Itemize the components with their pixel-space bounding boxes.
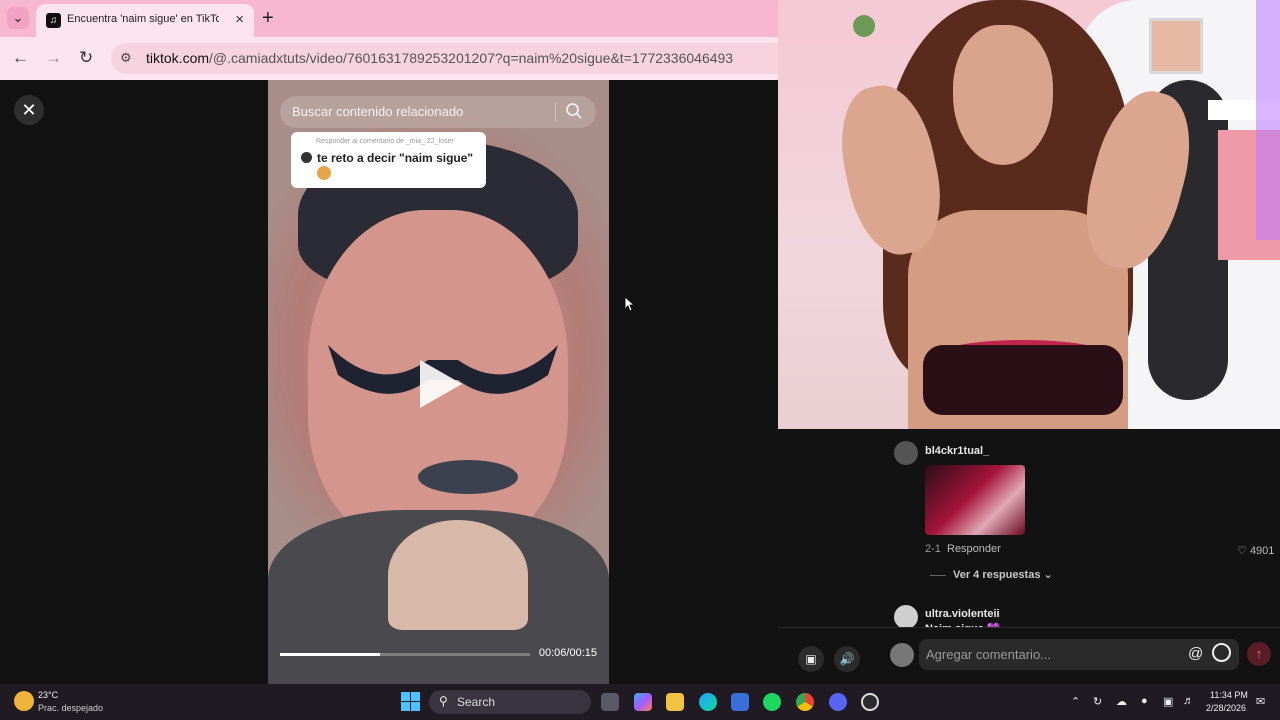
task-view-icon[interactable] [601, 693, 619, 711]
avatar[interactable] [894, 441, 918, 465]
edge-icon[interactable] [699, 693, 717, 711]
play-icon[interactable] [420, 360, 462, 408]
weather-temperature[interactable]: 23°C [38, 690, 58, 700]
windows-start-icon[interactable] [401, 692, 420, 711]
comment-username[interactable]: ultra.violenteii [925, 608, 1000, 620]
close-icon[interactable]: ✕ [14, 95, 44, 125]
forward-arrow-icon[interactable]: → [45, 48, 62, 68]
browser-toolbar: ← → ↻ ⚙ tiktok.com/@.camiadxtuts/video/7… [0, 37, 791, 80]
url-text[interactable]: tiktok.com/@.camiadxtuts/video/760163178… [146, 50, 733, 66]
webcam-neon-light [1256, 0, 1280, 240]
clock-date[interactable]: 2/28/2026 [1206, 703, 1246, 713]
picture-in-picture-icon[interactable]: ▣ [798, 646, 824, 672]
site-info-icon[interactable]: ⚙ [120, 50, 132, 66]
chrome-icon[interactable] [796, 693, 814, 711]
avatar[interactable] [894, 605, 918, 629]
comment-date: 2-1 [925, 543, 941, 555]
obs-icon[interactable] [861, 693, 879, 711]
video-progress-fill [280, 653, 380, 656]
comment-composer: ▣ 🔊 @ ↑ [778, 627, 1280, 684]
file-explorer-icon[interactable] [666, 693, 684, 711]
webcam-person-top [923, 345, 1123, 415]
search-icon[interactable] [564, 101, 584, 121]
video-frame[interactable]: Buscar contenido relacionado Responder a… [268, 80, 609, 684]
view-replies-button[interactable]: Ver 4 respuestas ⌄ [953, 568, 1053, 581]
webcam-person-face [953, 25, 1053, 165]
taskbar-search[interactable]: ⚲ Search [429, 690, 591, 714]
reply-sticker: Responder al comentario de _mia_.22_lose… [291, 132, 486, 188]
clock-time[interactable]: 11:34 PM [1210, 690, 1248, 700]
mention-icon[interactable]: @ [1188, 645, 1203, 662]
reload-icon[interactable]: ↻ [79, 48, 93, 68]
search-icon: ⚲ [439, 694, 448, 708]
tab-tiktok[interactable]: ♫ Encuentra 'naim sigue' en TikTok | Bus… [36, 4, 254, 37]
comment-username[interactable]: bl4ckr1tual_ [925, 445, 989, 457]
store-icon[interactable] [731, 693, 749, 711]
video-viewer: ✕ Buscar contenido relacionado Responder… [0, 80, 778, 684]
webcam-plant [853, 15, 875, 37]
volume-icon[interactable]: 🔊 [834, 646, 860, 672]
video-subject-lips [418, 460, 518, 494]
webcam-picture-frame [1149, 18, 1203, 74]
like-button[interactable]: ♡ 4901 [1237, 544, 1274, 557]
back-arrow-icon[interactable]: ← [12, 48, 29, 68]
speaker-icon[interactable]: ♬ [1183, 695, 1194, 707]
search-divider [555, 103, 556, 121]
weather-icon[interactable] [14, 691, 34, 711]
comments-panel: bl4ckr1tual_ 2-1 Responder ♡ 4901 Ver 4 … [778, 429, 1280, 684]
reply-sticker-meta: Responder al comentario de _mia_.22_lose… [316, 138, 454, 145]
reply-sticker-avatar [301, 152, 312, 163]
tab-title: Encuentra 'naim sigue' en TikTok | Busca… [67, 13, 219, 25]
view-replies-label: Ver 4 respuestas [953, 569, 1041, 581]
tab-search-button[interactable]: ⌄ [7, 7, 29, 29]
windows-taskbar: 23°C Prac. despejado ⚲ Search ⌃ ↻ ☁ ● ▣ … [0, 684, 1280, 720]
url-path: /@.camiadxtuts/video/7601631789253201207… [209, 50, 734, 66]
related-search-input[interactable]: Buscar contenido relacionado [280, 96, 596, 128]
browser-tab-strip: ⌄ ♫ Encuentra 'naim sigue' en TikTok | B… [0, 0, 778, 37]
screen: ⌄ ♫ Encuentra 'naim sigue' en TikTok | B… [0, 0, 1280, 720]
reply-emoji-icon [317, 166, 331, 180]
related-search-placeholder: Buscar contenido relacionado [292, 104, 464, 119]
reply-sticker-text: te reto a decir "naim sigue" [317, 151, 474, 165]
avatar [890, 643, 914, 667]
chevron-down-icon: ⌄ [1043, 569, 1053, 581]
video-progress-bar[interactable] [280, 653, 530, 656]
discord-icon[interactable] [829, 693, 847, 711]
comment-item: ultra.violenteii Naim sigue 💜 [894, 605, 1274, 630]
mouse-cursor-icon [624, 296, 634, 312]
comment-image[interactable] [925, 465, 1025, 535]
taskbar-search-label: Search [457, 695, 496, 709]
copilot-icon[interactable] [634, 693, 652, 711]
emoji-icon[interactable] [1212, 643, 1231, 662]
cloud-icon[interactable]: ☁ [1116, 695, 1127, 708]
webcam-overlay [778, 0, 1280, 429]
spotify-icon[interactable] [763, 693, 781, 711]
network-icon[interactable]: ▣ [1163, 695, 1173, 708]
send-button[interactable]: ↑ [1247, 642, 1271, 666]
replies-divider [930, 575, 946, 576]
tiktok-favicon-icon: ♫ [46, 13, 61, 28]
sync-icon[interactable]: ↻ [1093, 695, 1102, 708]
url-host: tiktok.com [146, 50, 210, 66]
chevron-up-icon[interactable]: ⌃ [1071, 695, 1080, 708]
tab-close-icon[interactable]: × [235, 11, 244, 29]
like-count: 4901 [1249, 545, 1275, 557]
heart-icon: ♡ [1237, 545, 1247, 557]
reply-button[interactable]: Responder [947, 543, 1001, 555]
weather-description[interactable]: Prac. despejado [38, 703, 103, 713]
address-bar[interactable]: ⚙ tiktok.com/@.camiadxtuts/video/7601631… [111, 43, 791, 74]
notification-bell-icon[interactable]: ✉ [1256, 695, 1265, 708]
microphone-icon[interactable]: ● [1141, 695, 1148, 707]
video-subject-neck [388, 520, 528, 630]
video-time: 00:06/00:15 [538, 647, 597, 659]
new-tab-button[interactable]: + [262, 6, 274, 30]
